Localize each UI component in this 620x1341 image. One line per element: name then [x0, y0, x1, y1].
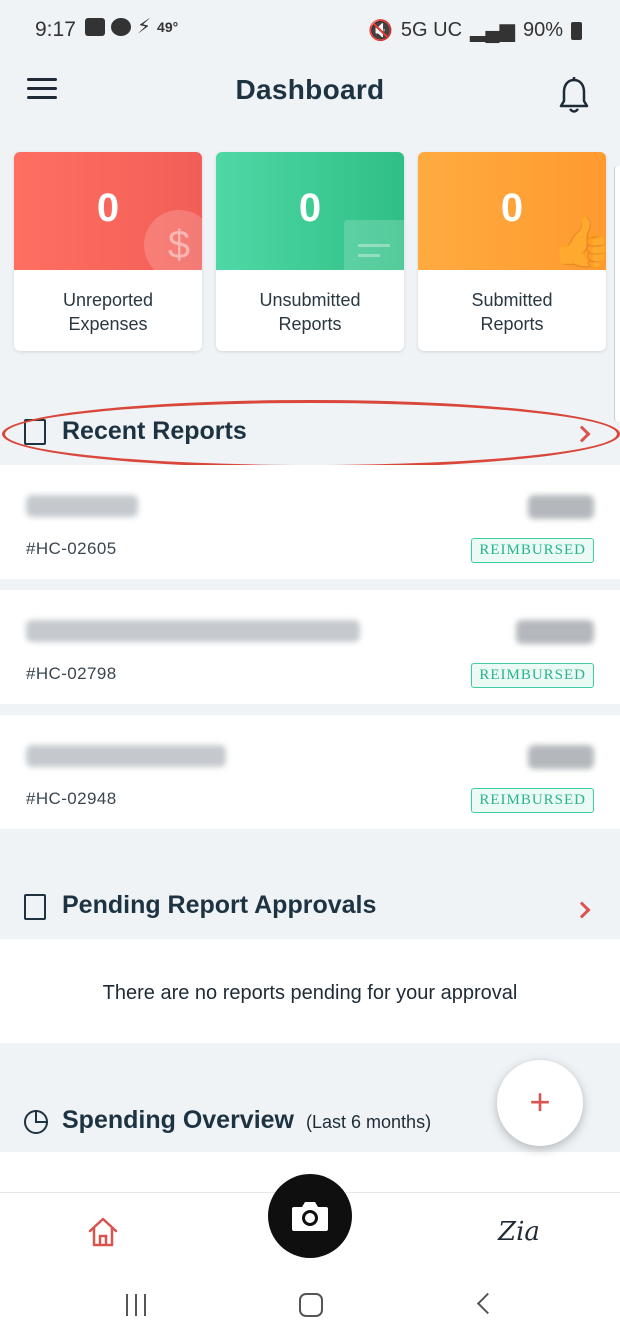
camera-button[interactable] — [268, 1174, 352, 1258]
voicemail-icon — [85, 18, 105, 36]
home-icon[interactable] — [86, 1215, 120, 1249]
spending-title: Spending Overview — [62, 1106, 295, 1134]
section-title: Spending Overview (Last 6 months) — [62, 1106, 431, 1135]
card-header: 👍 0 — [418, 152, 606, 270]
report-number: #HC-02605 — [26, 539, 117, 558]
report-row[interactable]: #HC-02948 REIMBURSED — [0, 715, 620, 829]
card-count: 0 — [500, 186, 524, 230]
status-badge: REIMBURSED — [471, 663, 594, 688]
section-title: Pending Report Approvals — [62, 891, 377, 919]
card-unreported-expenses[interactable]: $ 0 Unreported Expenses — [14, 152, 202, 351]
network-text: 5G UC — [400, 19, 463, 41]
report-title-redacted — [26, 495, 138, 517]
report-title-redacted — [26, 620, 360, 642]
card-unsubmitted-reports[interactable]: 0 Unsubmitted Reports — [216, 152, 404, 351]
pie-chart-icon — [24, 1110, 48, 1134]
pending-approvals-header[interactable]: Pending Report Approvals — [0, 876, 620, 936]
page-title: Dashboard — [235, 74, 385, 105]
chevron-right-icon[interactable] — [573, 901, 591, 919]
temperature-text: 49° — [157, 19, 179, 35]
zia-assistant-icon[interactable]: Zia — [498, 1217, 540, 1247]
system-nav-bar — [0, 1272, 620, 1341]
highlight-circle-annotation — [2, 400, 620, 468]
card-submitted-reports[interactable]: 👍 0 Submitted Reports — [418, 152, 606, 351]
add-fab-button[interactable]: + — [497, 1060, 583, 1146]
status-badge: REIMBURSED — [471, 538, 594, 563]
mute-icon: 🔇 — [368, 20, 393, 42]
card-label: Submitted Reports — [471, 290, 553, 334]
spending-subtitle: (Last 6 months) — [306, 1112, 432, 1132]
clock-icon — [111, 18, 131, 36]
status-badge: REIMBURSED — [471, 788, 594, 813]
side-drawer-handle[interactable] — [614, 166, 620, 422]
app-header: Dashboard — [0, 62, 620, 122]
card-label: Unreported Expenses — [62, 290, 154, 334]
status-notification-icons: ⚡ 49° — [85, 16, 179, 38]
status-system-icons: 🔇 5G UC ▂▄▆ 90% — [368, 18, 582, 43]
report-title-redacted — [26, 745, 226, 767]
report-number: #HC-02948 — [26, 789, 117, 808]
card-header: $ 0 — [14, 152, 202, 280]
pending-approvals-empty: There are no reports pending for your ap… — [0, 939, 620, 1043]
card-count: 0 — [96, 186, 120, 230]
report-row[interactable]: #HC-02798 REIMBURSED — [0, 590, 620, 704]
card-label: Unsubmitted Reports — [259, 290, 361, 334]
card-header: 0 — [216, 152, 404, 270]
card-count: 0 — [298, 186, 322, 230]
report-amount-redacted — [528, 495, 594, 519]
camera-icon — [292, 1202, 328, 1231]
summary-cards: $ 0 Unreported Expenses 0 Unsubmitted Re… — [14, 152, 620, 352]
approval-check-icon — [24, 894, 46, 920]
system-home-icon[interactable] — [299, 1293, 323, 1317]
report-number: #HC-02798 — [26, 664, 117, 683]
report-amount-redacted — [516, 620, 594, 644]
back-icon[interactable] — [476, 1292, 499, 1315]
bell-icon[interactable] — [558, 76, 590, 116]
report-row[interactable]: #HC-02605 REIMBURSED — [0, 465, 620, 579]
status-time: 9:17 — [35, 18, 76, 41]
recent-apps-icon[interactable] — [126, 1294, 148, 1316]
status-bar: 9:17 ⚡ 49° 🔇 5G UC ▂▄▆ 90% — [0, 0, 620, 60]
battery-icon — [571, 21, 582, 40]
bolt-icon: ⚡ — [137, 16, 152, 38]
report-amount-redacted — [528, 745, 594, 769]
empty-message: There are no reports pending for your ap… — [102, 982, 518, 1004]
signal-icon: ▂▄▆ — [470, 20, 515, 42]
battery-text: 90% — [522, 19, 563, 41]
